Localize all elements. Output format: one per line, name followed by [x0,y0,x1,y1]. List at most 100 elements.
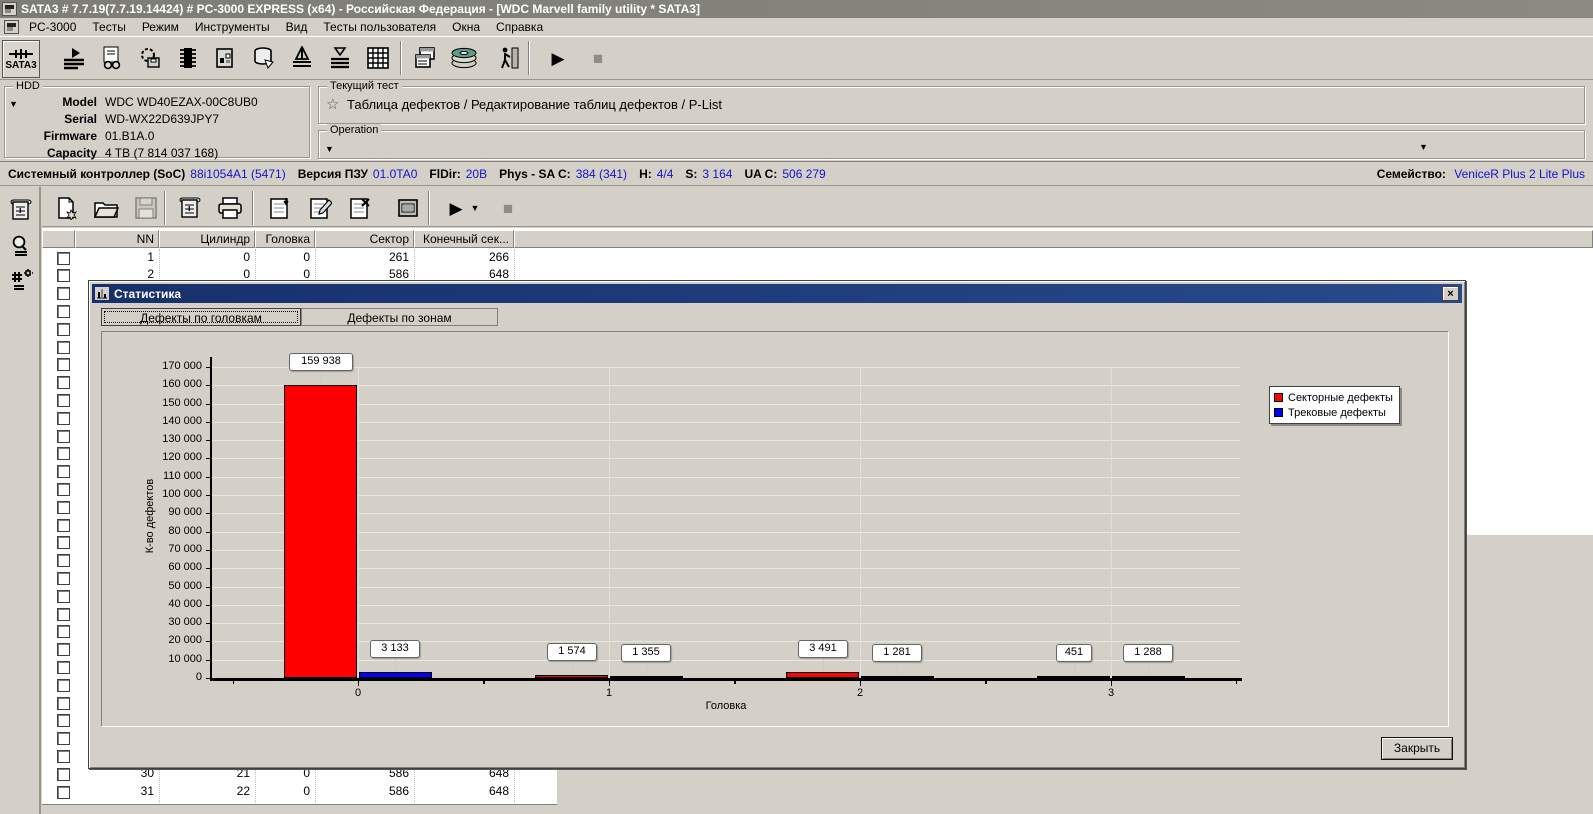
legend-label: Секторные дефекты [1288,391,1393,404]
new-table-button[interactable] [48,190,84,226]
utility-settings-button[interactable] [132,40,168,76]
row-checkbox[interactable] [57,714,70,728]
table-row[interactable]: 31 22 0 586 648 [42,784,557,802]
menu-item-7[interactable]: Справка [488,18,551,36]
y-tick-label: 90 000 [168,506,202,519]
column-header-select[interactable] [42,230,75,248]
window-titlebar[interactable]: SATA3 # 7.7.19(7.7.19.14424) # PC-3000 E… [0,0,1593,18]
bar-series1-head1 [610,675,683,678]
windows-copy-button[interactable] [408,40,444,76]
table-toolbar: i ▶ ▼ ■ [42,187,1593,227]
menu-item-5[interactable]: Тесты пользователя [315,18,444,36]
row-checkbox[interactable] [57,482,70,496]
print-button[interactable] [212,190,248,226]
hdd-test-button[interactable] [56,40,92,76]
run-test-button[interactable]: ▶ [540,40,576,76]
row-checkbox[interactable] [57,287,70,301]
row-checkbox[interactable] [57,304,70,318]
soc-value-5: 3 164 [702,166,733,181]
row-checkbox[interactable] [57,465,70,479]
row-checkbox[interactable] [57,358,70,372]
disk-stack-button[interactable] [446,40,482,76]
exit-utility-button[interactable] [490,40,526,76]
tab-defects-by-heads[interactable]: Дефекты по головкам [101,308,301,326]
data-grid-button[interactable] [360,40,396,76]
column-header-2[interactable]: Головка [255,230,315,248]
row-delete-button[interactable] [342,190,378,226]
menu-item-6[interactable]: Окна [444,18,488,36]
row-checkbox[interactable] [57,589,70,603]
menu-item-0[interactable]: PC-3000 [21,18,84,36]
operation-dropdown-caret[interactable]: ▼ [325,144,334,154]
play-icon: ▶ [449,198,463,218]
search-button[interactable] [6,231,36,261]
row-checkbox[interactable] [57,500,70,514]
row-checkbox[interactable] [57,554,70,568]
run-options-caret[interactable]: ▼ [466,190,484,226]
row-checkbox[interactable] [57,376,70,390]
menu-item-1[interactable]: Тесты [84,18,133,36]
report-button[interactable]: i [172,190,208,226]
value-callout: 3 133 [370,640,420,659]
row-checkbox[interactable] [57,749,70,763]
row-checkbox[interactable] [57,393,70,407]
row-checkbox[interactable] [57,732,70,746]
tab-defects-by-zones[interactable]: Дефекты по зонам [301,308,498,326]
row-checkbox[interactable] [57,340,70,354]
y-tick-label: 70 000 [168,542,202,555]
column-header-4[interactable]: Конечный сек... [414,230,514,248]
log-report-button[interactable]: i [6,195,36,225]
dialog-titlebar[interactable]: Статистика × [92,284,1462,303]
row-checkbox[interactable] [57,678,70,692]
row-checkbox[interactable] [57,696,70,710]
save-button[interactable] [128,190,164,226]
soc-value-6: 506 279 [782,166,826,181]
toolbar-separator [428,191,430,225]
column-header-0[interactable]: NN [75,230,159,248]
favorite-star-icon[interactable]: ☆ [326,95,339,113]
row-checkbox[interactable] [57,643,70,657]
table-cell: 0 [303,783,310,798]
dialog-close-button[interactable]: × [1442,286,1459,301]
menu-item-2[interactable]: Режим [134,18,187,36]
card-reader-button[interactable] [390,190,426,226]
stop-test-button[interactable]: ■ [580,40,616,76]
resources-button[interactable] [208,40,244,76]
row-checkbox[interactable] [57,607,70,621]
y-tick-label: 50 000 [168,579,202,592]
legend-swatch [1274,393,1283,402]
row-checkbox[interactable] [57,322,70,336]
menu-item-4[interactable]: Вид [278,18,316,36]
parameters-button[interactable] [6,265,36,295]
script-search-button[interactable] [94,40,130,76]
operation-combo-caret[interactable]: ▼ [1419,142,1428,152]
row-checkbox[interactable] [57,447,70,461]
head-tools-button[interactable] [284,40,320,76]
play-icon: ▶ [551,48,565,68]
close-dialog-button[interactable]: Закрыть [1381,737,1453,760]
database-button[interactable] [246,40,282,76]
open-button[interactable] [88,190,124,226]
family-status: Семейство: VeniceR Plus 2 Lite Plus [1377,167,1585,181]
row-checkbox[interactable] [57,411,70,425]
menu-item-3[interactable]: Инструменты [187,18,278,36]
row-checkbox[interactable] [57,625,70,639]
row-checkbox[interactable] [57,536,70,550]
row-edit-button[interactable] [302,190,338,226]
row-checkbox[interactable] [57,660,70,674]
stop-operation-button[interactable]: ■ [490,190,526,226]
row-checkbox[interactable] [57,571,70,585]
chip-button[interactable] [170,40,206,76]
filter-button[interactable] [322,40,358,76]
table-row[interactable]: 1 0 0 261 266 [42,250,557,268]
callout-connector [1148,662,1149,675]
vertical-gridline [860,367,861,678]
row-add-button[interactable] [262,190,298,226]
sata3-port-button[interactable]: SATA3 [2,40,40,78]
column-header-1[interactable]: Цилиндр [159,230,255,248]
column-header-3[interactable]: Сектор [315,230,414,248]
bar-series1-head0 [359,672,432,678]
gridline [212,604,1240,606]
row-checkbox[interactable] [57,429,70,443]
row-checkbox[interactable] [57,518,70,532]
